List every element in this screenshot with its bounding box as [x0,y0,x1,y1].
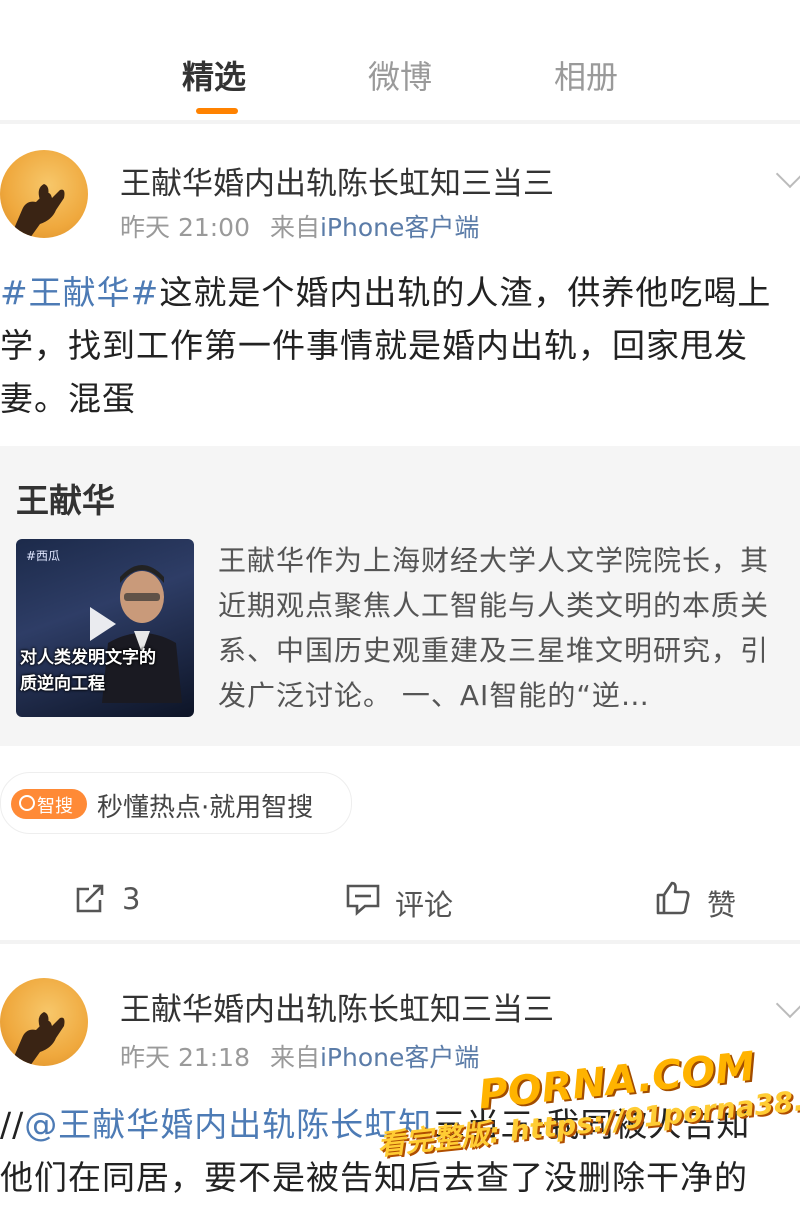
search-icon [19,795,35,811]
post-content: #王献华#这就是个婚内出轨的人渣，供养他吃喝上 学，找到工作第一件事情就是婚内出… [0,266,800,425]
repost-button[interactable]: 3 [74,882,140,916]
profile-tabs: 精选 微博 相册 [0,0,800,120]
post-text-line: 这就是个婚内出轨的人渣，供养他吃喝上 [159,273,772,312]
post-meta: 昨天 21:18 来自iPhone客户端 [120,1038,479,1074]
post-username[interactable]: 王献华婚内出轨陈长虹知三当三 [120,984,554,1029]
hashtag-link[interactable]: #王献华# [0,273,159,312]
post-source[interactable]: iPhone客户端 [320,1043,479,1072]
mention-link[interactable]: @王献华婚内出轨陈长虹知 [24,1105,432,1144]
repost-separator: // [0,1105,25,1144]
hand-gesture-icon [10,184,65,238]
linked-card-description: 王献华作为上海财经大学人文学院院长，其近期观点聚焦人工智能与人类文明的本质关系、… [218,544,770,712]
post-time: 昨天 21:00 [120,213,250,242]
repost-count: 3 [122,882,141,916]
comment-label: 评论 [395,888,454,922]
post-action-bar: 3 评论 赞 [0,858,800,940]
linked-card-title: 王献华 [16,481,115,520]
post-meta: 昨天 21:00 来自iPhone客户端 [120,208,479,244]
like-label: 赞 [707,888,737,922]
smart-search-badge-label: 智搜 [37,796,73,817]
tab-featured[interactable]: 精选 [182,52,246,98]
tab-weibo[interactable]: 微博 [368,52,432,98]
avatar[interactable] [0,150,88,238]
post-source-prefix: 来自 [269,1043,320,1072]
smart-search-text: 秒懂热点·就用智搜 [97,793,314,823]
comment-button[interactable]: 评论 [345,882,453,924]
thumbnail-caption: 对人类发明文字的 [20,648,156,668]
tab-album[interactable]: 相册 [554,52,618,98]
smart-search-pill[interactable]: 智搜 秒懂热点·就用智搜 [0,772,352,834]
thumbnail-caption: 质逆向工程 [20,674,105,694]
post-source-prefix: 来自 [269,213,320,242]
active-tab-indicator [196,108,238,114]
thumbnail-logo: #西瓜 [26,549,61,563]
avatar[interactable] [0,978,88,1066]
smart-search-badge: 智搜 [11,789,87,819]
post-text-line: 妻。混蛋 [0,379,136,418]
comment-icon [346,884,380,916]
post-text-line: 学，找到工作第一件事情就是婚内出轨，回家甩发 [0,326,748,365]
chevron-down-icon[interactable] [775,159,800,189]
play-icon[interactable] [90,607,116,641]
weibo-post[interactable]: 王献华婚内出轨陈长虹知三当三 昨天 21:00 来自iPhone客户端 #王献华… [0,124,800,858]
post-source[interactable]: iPhone客户端 [320,213,479,242]
thumbs-up-icon [656,881,690,915]
repost-icon [76,884,104,913]
like-button[interactable]: 赞 [655,881,737,924]
linked-card[interactable]: 王献华 #西瓜 对人类发明文字的 质逆向工程 王献华作为上海财经大学人文学院院长… [0,446,800,746]
chevron-down-icon[interactable] [775,989,800,1019]
post-username[interactable]: 王献华婚内出轨陈长虹知三当三 [120,158,554,203]
post-time: 昨天 21:18 [120,1043,250,1072]
hand-gesture-icon [10,1012,65,1066]
video-thumbnail[interactable]: #西瓜 对人类发明文字的 质逆向工程 [16,539,194,717]
